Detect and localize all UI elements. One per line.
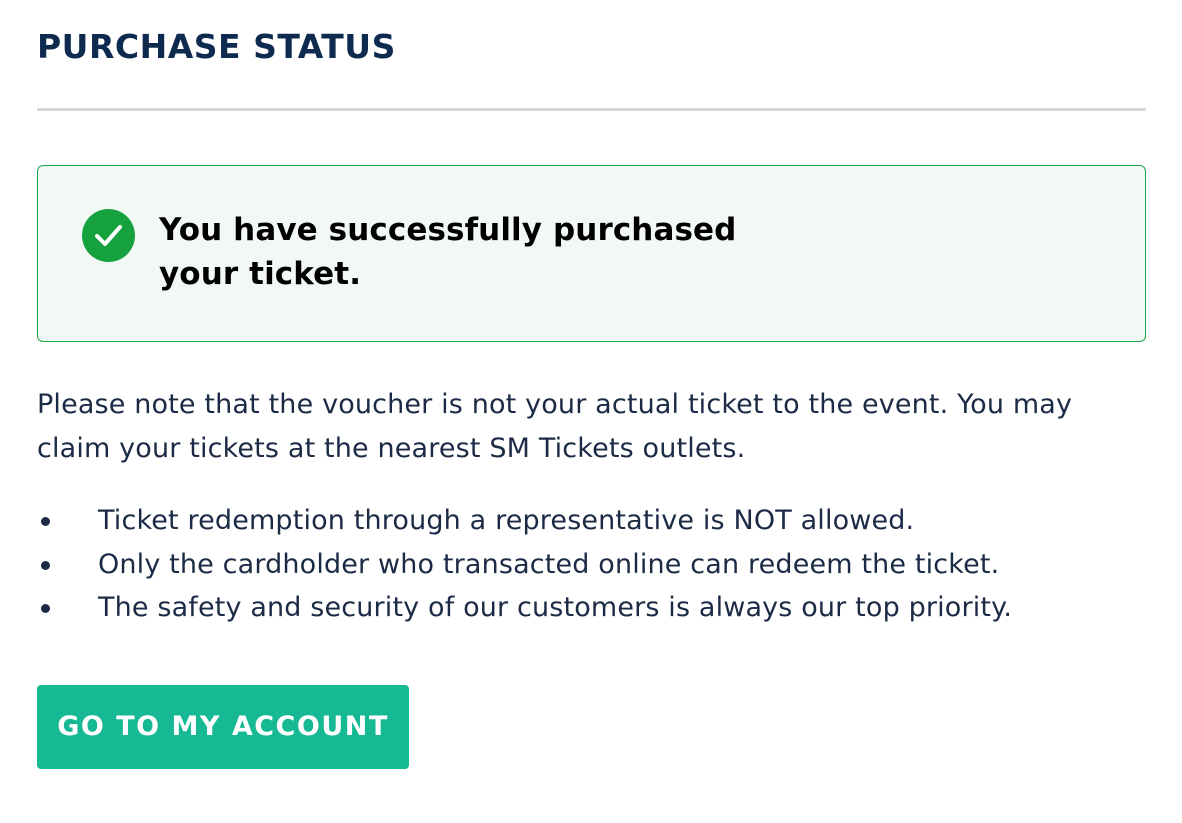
success-message: You have successfully purchased your tic… <box>159 212 737 292</box>
rule-text: Only the cardholder who transacted onlin… <box>98 548 1000 580</box>
voucher-note: Please note that the voucher is not your… <box>37 389 1073 464</box>
success-alert: You have successfully purchased your tic… <box>37 165 1146 342</box>
page-title: PURCHASE STATUS <box>37 27 396 66</box>
title-divider <box>37 108 1146 111</box>
check-circle-icon <box>82 209 135 262</box>
rule-text: Ticket redemption through a representati… <box>98 505 915 536</box>
bullet-icon <box>41 604 50 613</box>
list-item: Ticket redemption through a representati… <box>37 499 1146 543</box>
bullet-icon <box>41 560 50 570</box>
list-item: The safety and security of our customers… <box>37 586 1146 630</box>
rule-text: The safety and security of our customers… <box>98 592 1013 623</box>
list-item: Only the cardholder who transacted onlin… <box>37 543 1146 587</box>
bullet-icon <box>41 517 50 526</box>
go-to-my-account-button[interactable]: GO TO MY ACCOUNT <box>37 685 409 769</box>
redemption-rules-list: Ticket redemption through a representati… <box>37 499 1146 630</box>
